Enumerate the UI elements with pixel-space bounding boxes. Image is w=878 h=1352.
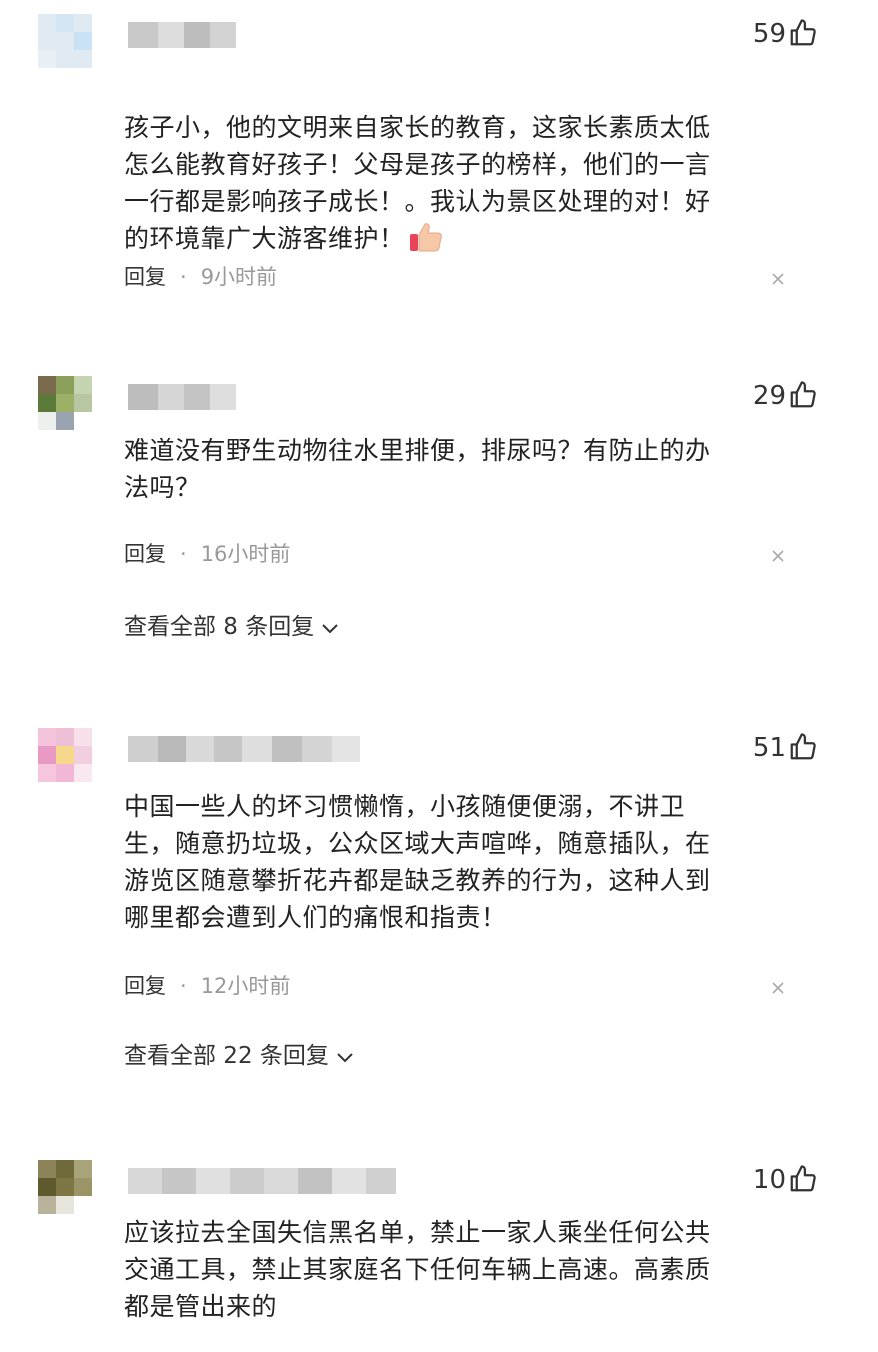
view-replies-label: 查看全部 8 条回复 <box>124 614 315 640</box>
reply-button[interactable]: 回复 <box>124 542 166 566</box>
reply-button[interactable]: 回复 <box>124 265 166 289</box>
user-name-blurred[interactable] <box>128 22 236 48</box>
avatar[interactable] <box>38 1160 92 1224</box>
view-all-replies-button[interactable]: 查看全部 22 条回复 <box>124 1041 355 1071</box>
timestamp: 12小时前 <box>200 974 291 998</box>
like-count: 59 <box>752 19 786 49</box>
like-count: 51 <box>752 733 786 763</box>
separator-dot: · <box>180 265 187 289</box>
close-icon[interactable] <box>770 980 786 996</box>
view-replies-label: 查看全部 22 条回复 <box>124 1043 329 1069</box>
comment-item: 10 应该拉去全国失信黑名单，禁止一家人乘坐任何公共 交通工具，禁止其家庭名下任… <box>0 1160 878 1352</box>
comment-meta: 回复 · 16小时前 <box>124 541 290 567</box>
separator-dot: · <box>180 974 187 998</box>
like-count: 10 <box>752 1165 786 1195</box>
comment-meta: 回复 · 12小时前 <box>124 973 290 999</box>
thumbs-up-emoji <box>409 223 442 252</box>
comment-item: 51 中国一些人的坏习惯懒惰，小孩随便便溺，不讲卫 生，随意扔垃圾，公众区域大声… <box>0 728 878 1108</box>
view-all-replies-button[interactable]: 查看全部 8 条回复 <box>124 612 340 642</box>
reply-button[interactable]: 回复 <box>124 974 166 998</box>
thumbs-up-icon[interactable] <box>788 732 818 762</box>
comment-text: 应该拉去全国失信黑名单，禁止一家人乘坐任何公共 交通工具，禁止其家庭名下任何车辆… <box>124 1218 711 1321</box>
comment-text: 难道没有野生动物往水里排便，排尿吗？有防止的办 法吗？ <box>124 436 711 502</box>
chevron-down-icon <box>322 623 338 633</box>
chevron-down-icon <box>337 1052 353 1062</box>
thumbs-up-icon[interactable] <box>788 380 818 410</box>
comment-text: 中国一些人的坏习惯懒惰，小孩随便便溺，不讲卫 生，随意扔垃圾，公众区域大声喧哗，… <box>124 792 711 932</box>
avatar[interactable] <box>38 728 98 794</box>
user-name-blurred[interactable] <box>128 736 360 762</box>
close-icon[interactable] <box>770 271 786 287</box>
thumbs-up-icon[interactable] <box>788 18 818 48</box>
thumbs-up-icon[interactable] <box>788 1164 818 1194</box>
comment-item: 29 难道没有野生动物往水里排便，排尿吗？有防止的办 法吗？ 回复 · 16小时前 … <box>0 376 878 676</box>
avatar[interactable] <box>38 376 92 438</box>
avatar[interactable] <box>38 14 92 68</box>
comment-text: 孩子小，他的文明来自家长的教育，这家长素质太低 怎么能教育好孩子！父母是孩子的榜… <box>124 113 711 253</box>
timestamp: 9小时前 <box>200 265 278 289</box>
separator-dot: · <box>180 542 187 566</box>
close-icon[interactable] <box>770 548 786 564</box>
user-name-blurred[interactable] <box>128 384 236 410</box>
user-name-blurred[interactable] <box>128 1168 396 1194</box>
like-count: 29 <box>752 381 786 411</box>
comment-item: 59 孩子小，他的文明来自家长的教育，这家长素质太低 怎么能教育好孩子！父母是孩… <box>0 14 878 334</box>
timestamp: 16小时前 <box>200 542 291 566</box>
comment-meta: 回复 · 9小时前 <box>124 264 277 290</box>
